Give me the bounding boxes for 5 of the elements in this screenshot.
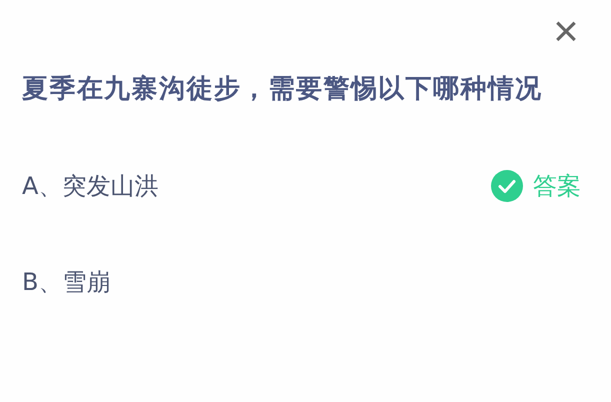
answer-label: 答案 <box>533 171 581 202</box>
question-text: 夏季在九寨沟徒步，需要警惕以下哪种情况 <box>22 73 544 106</box>
option-text[interactable]: B、雪崩 <box>22 266 110 298</box>
option-text[interactable]: A、突发山洪 <box>22 170 158 202</box>
close-button[interactable]: × <box>547 10 585 54</box>
